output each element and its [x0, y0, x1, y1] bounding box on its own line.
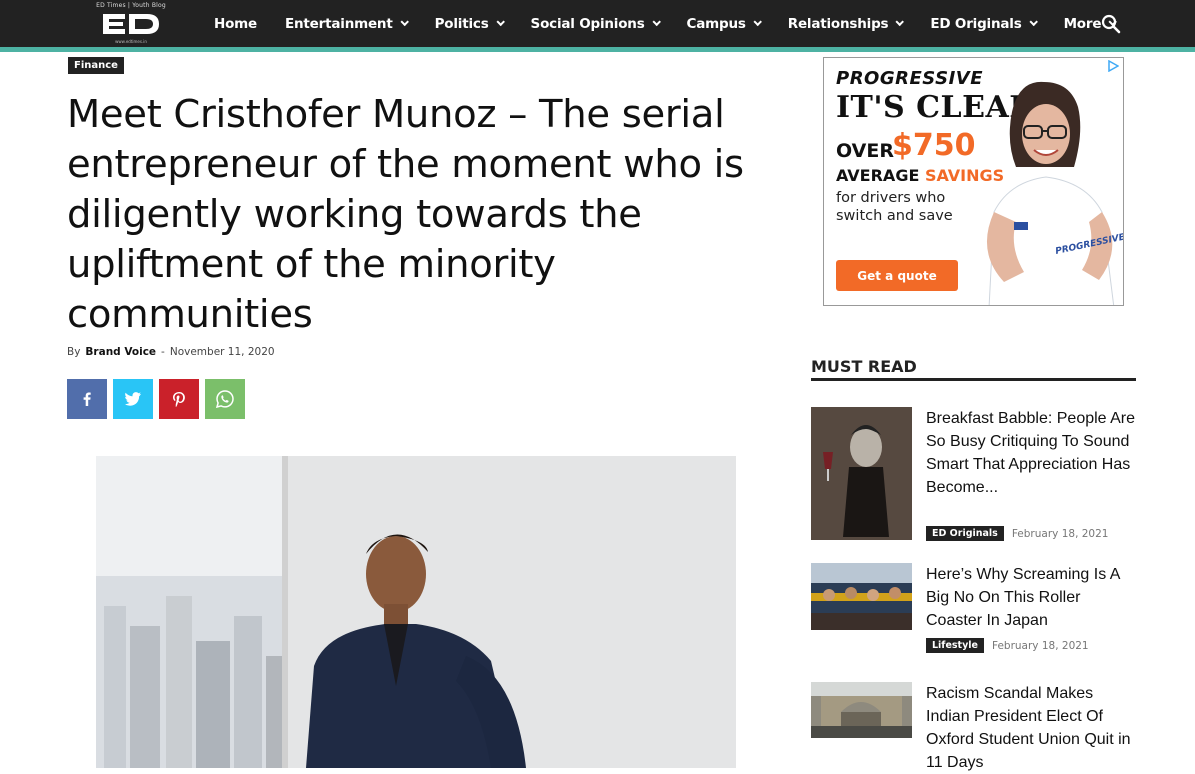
- logo-mark-icon: [103, 14, 159, 34]
- site-logo[interactable]: ED Times | Youth Blog www.edtimes.in: [96, 2, 166, 46]
- publish-date: November 11, 2020: [169, 346, 275, 358]
- by-label: By: [67, 346, 81, 358]
- nav-item-label: Home: [214, 16, 257, 32]
- must-read-title[interactable]: Racism Scandal Makes Indian President El…: [926, 682, 1136, 774]
- chevron-down-icon: [400, 17, 409, 27]
- search-icon[interactable]: [1101, 14, 1121, 34]
- chevron-down-icon: [1029, 17, 1038, 27]
- nav-item-label: Social Opinions: [530, 16, 645, 32]
- thumbnail-image: [811, 682, 912, 738]
- must-read-item[interactable]: Racism Scandal Makes Indian President El…: [811, 682, 1136, 771]
- category-badge[interactable]: Finance: [68, 57, 124, 74]
- article-hero-image: [96, 456, 736, 768]
- share-pinterest-button[interactable]: [159, 379, 199, 419]
- meta-separator: -: [161, 346, 165, 358]
- must-read-date: February 18, 2021: [1011, 527, 1109, 540]
- must-read-category-badge[interactable]: Lifestyle: [926, 638, 984, 653]
- must-read-thumbnail[interactable]: [811, 682, 912, 738]
- nav-item-label: More: [1063, 16, 1102, 32]
- thumbnail-image: [811, 563, 912, 630]
- must-read-item[interactable]: Breakfast Babble: People Are So Busy Cri…: [811, 407, 1136, 547]
- nav-item-label: Campus: [686, 16, 746, 32]
- share-twitter-button[interactable]: [113, 379, 153, 419]
- progressive-ad[interactable]: PROGRESSIVE IT'S CLEAR OVER $750 AVERAGE…: [823, 57, 1124, 306]
- adchoices-icon[interactable]: [1107, 60, 1119, 72]
- thumbnail-image: [811, 407, 912, 540]
- must-read-thumbnail[interactable]: [811, 563, 912, 630]
- twitter-icon: [125, 392, 141, 406]
- nav-item-label: Relationships: [787, 16, 889, 32]
- nav-item-entertainment[interactable]: Entertainment: [271, 16, 421, 32]
- nav-item-campus[interactable]: Campus: [673, 16, 774, 32]
- must-read-meta: ED Originals February 18, 2021: [926, 526, 1108, 541]
- share-facebook-button[interactable]: [67, 379, 107, 419]
- must-read-meta: Lifestyle February 18, 2021: [926, 638, 1089, 653]
- ad-over: OVER: [836, 140, 894, 162]
- must-read-divider: [811, 378, 1136, 381]
- ad-average: AVERAGE: [836, 166, 920, 185]
- must-read-item[interactable]: Here’s Why Screaming Is A Big No On This…: [811, 563, 1136, 663]
- must-read-date: February 18, 2021: [991, 639, 1089, 652]
- nav-item-politics[interactable]: Politics: [421, 16, 517, 32]
- chevron-down-icon: [652, 17, 661, 27]
- logo-url: www.edtimes.in: [115, 39, 147, 44]
- chevron-down-icon: [753, 17, 762, 27]
- pinterest-icon: [173, 391, 185, 407]
- must-read-title[interactable]: Here’s Why Screaming Is A Big No On This…: [926, 563, 1136, 632]
- ad-get-quote-button[interactable]: Get a quote: [836, 260, 958, 291]
- logo-tagline: ED Times | Youth Blog: [96, 2, 166, 9]
- share-buttons: [67, 379, 245, 419]
- must-read-category-badge[interactable]: ED Originals: [926, 526, 1004, 541]
- must-read-title[interactable]: Breakfast Babble: People Are So Busy Cri…: [926, 407, 1136, 499]
- must-read-heading: MUST READ: [811, 357, 917, 376]
- ad-brand: PROGRESSIVE: [836, 68, 983, 89]
- author-link[interactable]: Brand Voice: [85, 346, 156, 358]
- nav-item-label: Entertainment: [285, 16, 393, 32]
- share-whatsapp-button[interactable]: [205, 379, 245, 419]
- nav-item-home[interactable]: Home: [200, 16, 271, 32]
- nav-item-label: Politics: [434, 16, 489, 32]
- whatsapp-icon: [216, 390, 234, 408]
- main-nav: Home Entertainment Politics Social Opini…: [200, 0, 1129, 48]
- nav-item-label: ED Originals: [930, 16, 1022, 32]
- chevron-down-icon: [895, 17, 905, 27]
- must-read-thumbnail[interactable]: [811, 407, 912, 540]
- ad-spokesperson-image: PROGRESSIVE: [986, 81, 1123, 305]
- nav-item-relationships[interactable]: Relationships: [774, 16, 917, 32]
- article-title: Meet Cristhofer Munoz – The serial entre…: [67, 92, 744, 337]
- article-meta: By Brand Voice - November 11, 2020: [67, 346, 275, 358]
- top-navigation-bar: ED Times | Youth Blog www.edtimes.in Hom…: [0, 0, 1195, 48]
- ad-amount: $750: [892, 128, 976, 163]
- facebook-icon: [83, 392, 91, 406]
- hero-photo: [96, 456, 736, 768]
- chevron-down-icon: [496, 17, 505, 27]
- ad-subtext: for drivers who switch and save: [836, 190, 953, 224]
- nav-accent-stripe: [0, 47, 1195, 52]
- nav-item-ed-originals[interactable]: ED Originals: [916, 16, 1049, 32]
- nav-item-social-opinions[interactable]: Social Opinions: [517, 16, 673, 32]
